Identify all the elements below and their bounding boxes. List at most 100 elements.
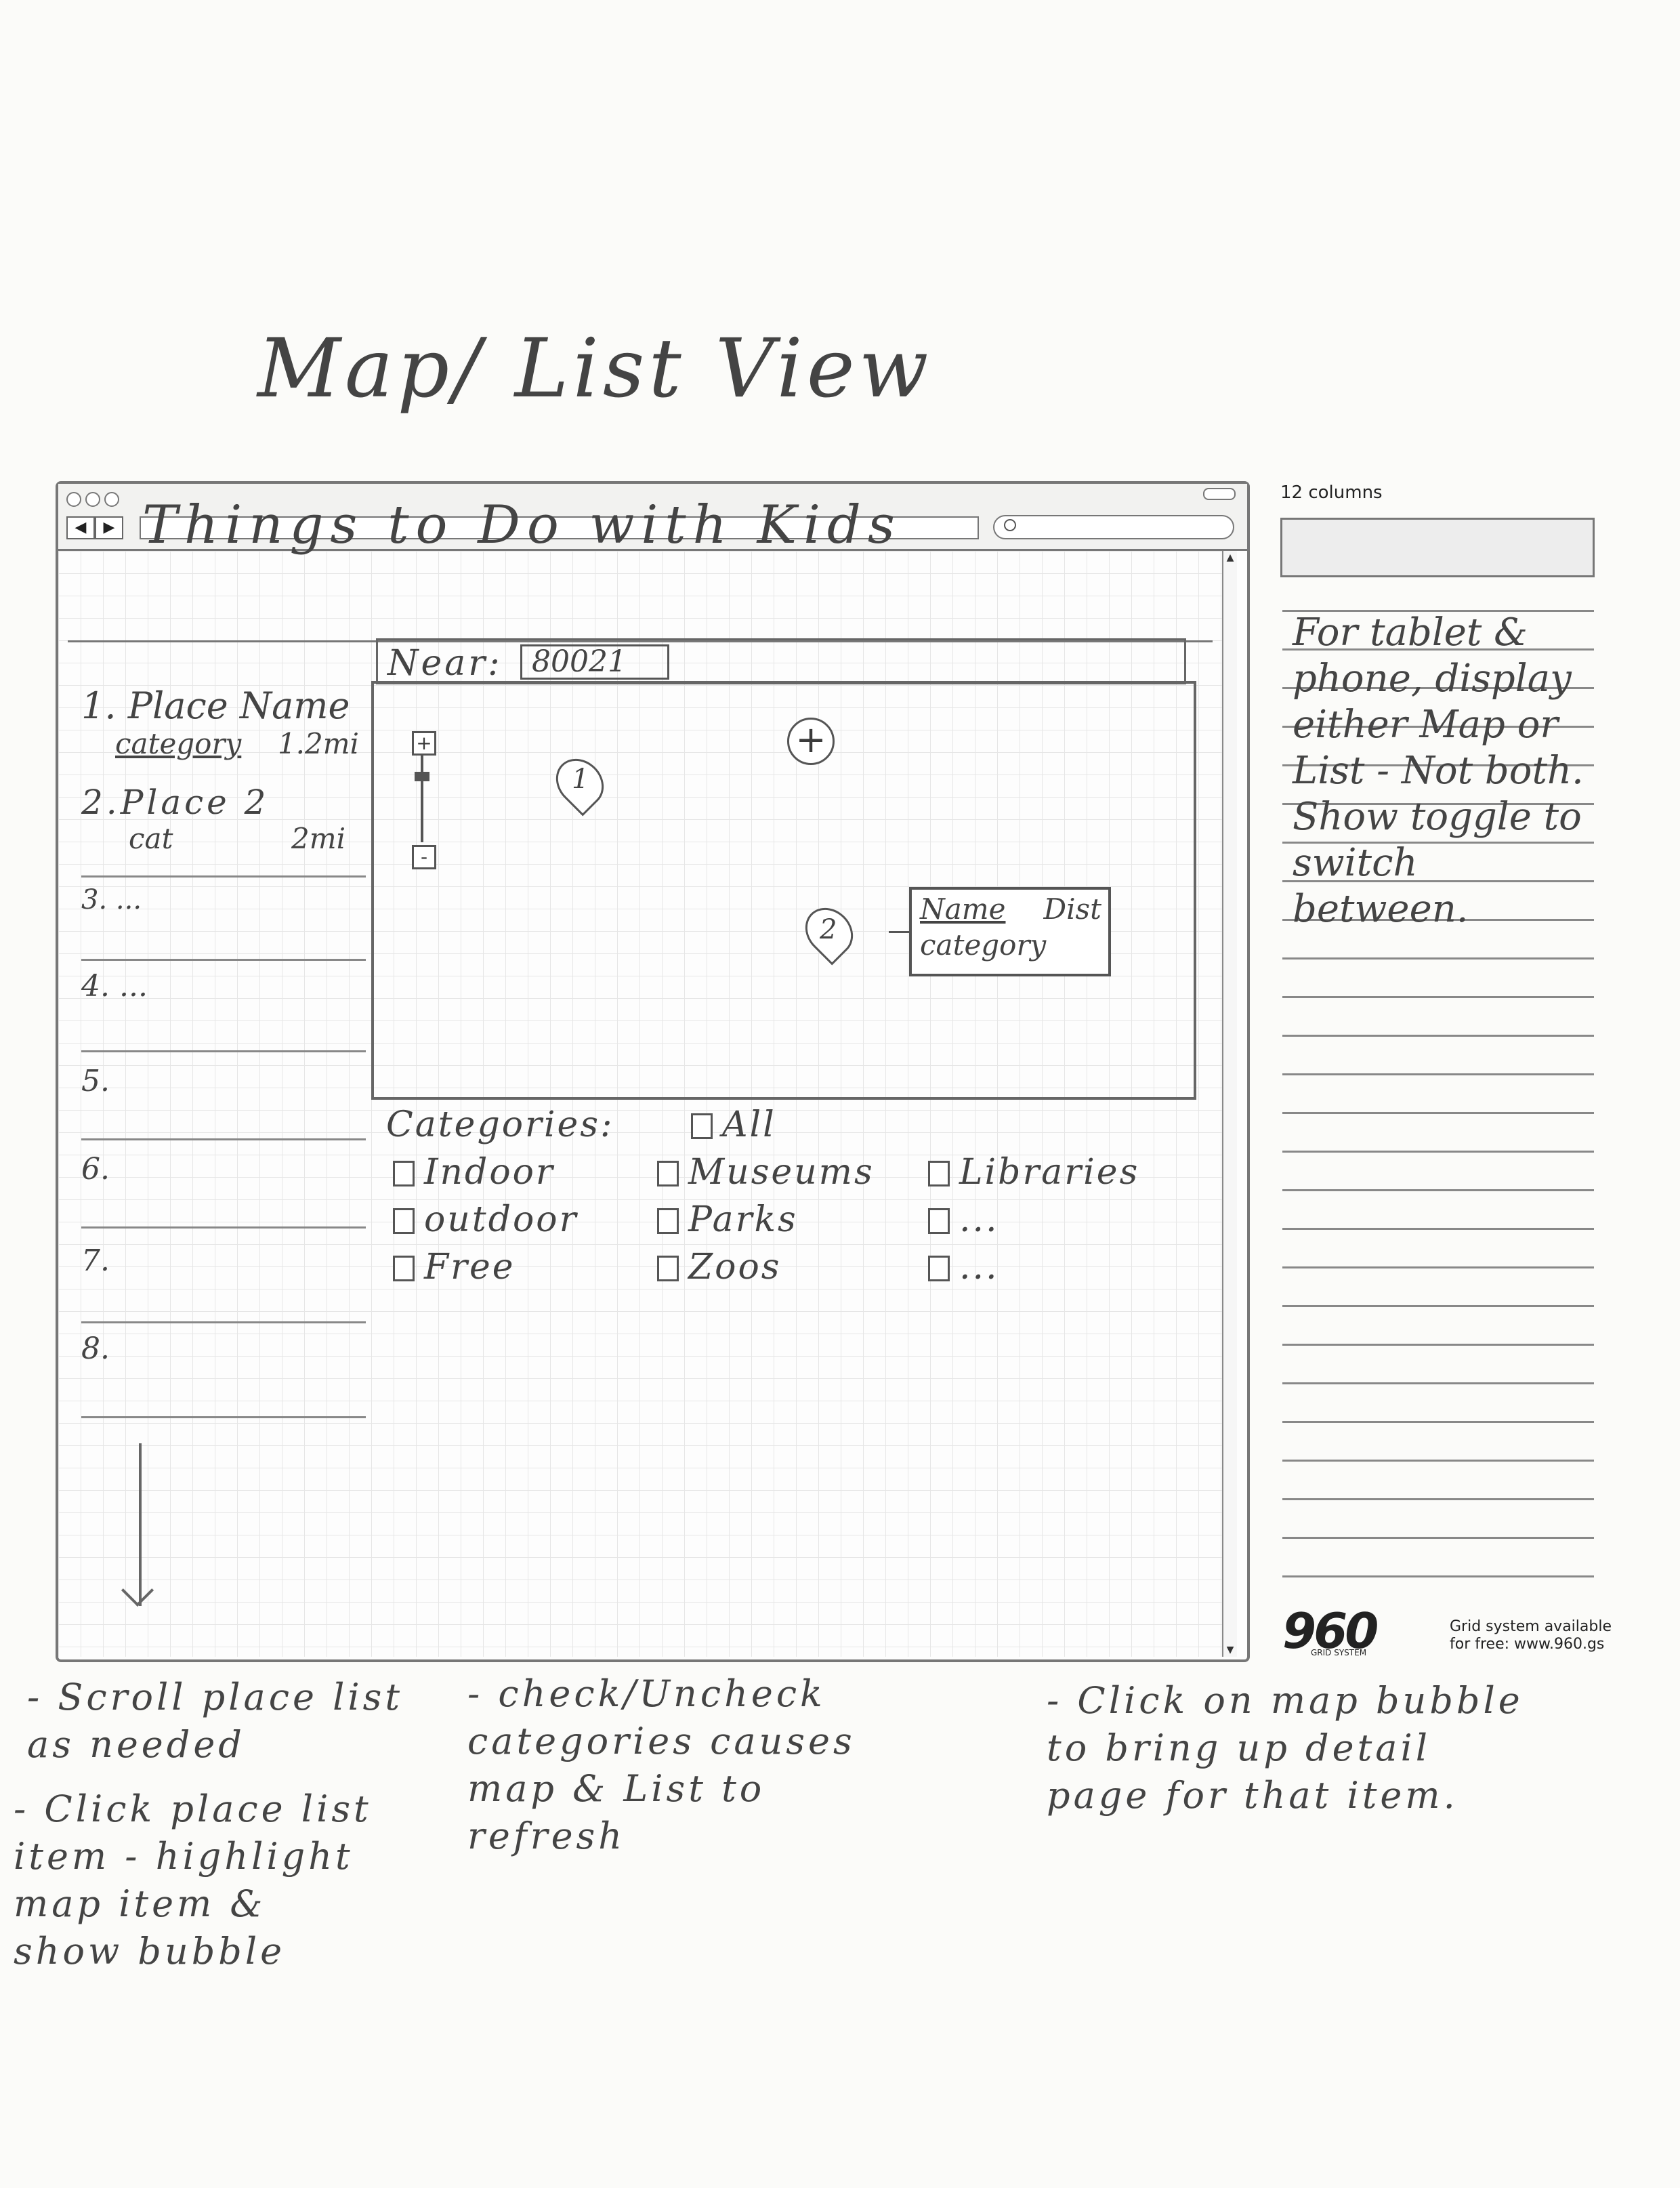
category-label: ... xyxy=(959,1199,999,1240)
place-distance: 1.2mi xyxy=(277,727,359,760)
place-number: 1. xyxy=(81,684,117,727)
vertical-scrollbar[interactable]: ▲ ▼ xyxy=(1222,551,1237,1657)
category-checkbox-museums[interactable]: Museums xyxy=(657,1152,875,1193)
list-item[interactable]: 2.Place 2 cat 2mi xyxy=(81,783,366,855)
checkbox-icon[interactable] xyxy=(691,1113,713,1139)
sketch-title: Map/ List View xyxy=(257,322,933,416)
near-location-bar: Near: 80021 xyxy=(376,638,1186,684)
page-heading: Things to Do with Kids xyxy=(142,495,902,556)
category-label: Indoor xyxy=(424,1152,555,1193)
list-divider xyxy=(81,875,366,878)
place-number: 7. xyxy=(81,1243,110,1278)
category-checkbox-libraries[interactable]: Libraries xyxy=(928,1152,1139,1193)
list-divider xyxy=(81,1138,366,1140)
place-number: 6. xyxy=(81,1152,110,1186)
list-divider xyxy=(81,1050,366,1052)
checkbox-icon[interactable] xyxy=(657,1161,679,1186)
category-filter: Categories: All Indoor Museums Libraries… xyxy=(386,1105,1199,1308)
list-item[interactable]: 8. xyxy=(81,1332,366,1366)
window-close-dot[interactable] xyxy=(66,492,81,507)
category-checkbox-more[interactable]: ... xyxy=(928,1199,999,1240)
map-pin-label: 1 xyxy=(572,764,589,795)
zoom-out-button[interactable]: - xyxy=(412,845,436,869)
list-item[interactable]: 6. xyxy=(81,1152,366,1186)
place-name: Place Name xyxy=(127,684,350,727)
grid-note-line: Grid system available xyxy=(1450,1618,1612,1635)
zoom-in-button[interactable]: + xyxy=(412,731,436,756)
logo-subtitle: GRID SYSTEM xyxy=(1311,1648,1367,1657)
checkbox-icon[interactable] xyxy=(393,1208,415,1234)
map-info-bubble[interactable]: Name Dist category xyxy=(909,887,1111,976)
annotation-click-item: - Click place list item - highlight map … xyxy=(14,1788,372,1973)
window-zoom-dot[interactable] xyxy=(104,492,119,507)
list-divider xyxy=(81,959,366,961)
bubble-name: Name xyxy=(920,892,1006,926)
list-divider xyxy=(81,1321,366,1323)
checkbox-icon[interactable] xyxy=(928,1161,950,1186)
category-label: outdoor xyxy=(424,1199,579,1240)
annotation-categories: - check/Uncheck categories causes map & … xyxy=(467,1672,856,1857)
columns-label: 12 columns xyxy=(1280,482,1383,503)
bubble-category: category xyxy=(920,928,1047,962)
place-number: 4. xyxy=(81,969,110,1004)
checkbox-icon[interactable] xyxy=(393,1256,415,1281)
toolbar-toggle-pill[interactable] xyxy=(1203,488,1236,500)
checkbox-icon[interactable] xyxy=(657,1256,679,1281)
near-label: Near: xyxy=(387,643,503,684)
list-item[interactable]: 7. xyxy=(81,1243,366,1278)
annotation-scroll: - Scroll place list as needed xyxy=(27,1676,404,1766)
category-label: All xyxy=(722,1105,776,1145)
list-divider xyxy=(81,1226,366,1229)
category-label: Free xyxy=(424,1247,516,1287)
place-category: cat xyxy=(129,822,173,855)
place-name: ... xyxy=(119,969,148,1004)
list-item[interactable]: 5. xyxy=(81,1064,366,1098)
place-number: 3. xyxy=(81,884,108,915)
category-label: Zoos xyxy=(688,1247,782,1287)
category-checkbox-free[interactable]: Free xyxy=(393,1247,515,1287)
category-label: Museums xyxy=(688,1152,875,1193)
checkbox-icon[interactable] xyxy=(657,1208,679,1234)
near-location-input[interactable]: 80021 xyxy=(520,644,669,680)
category-checkbox-outdoor[interactable]: outdoor xyxy=(393,1199,578,1240)
checkbox-icon[interactable] xyxy=(393,1161,415,1186)
scroll-down-arrow-icon[interactable]: ▼ xyxy=(1225,1645,1236,1655)
categories-label: Categories: xyxy=(386,1105,614,1145)
scroll-up-arrow-icon[interactable]: ▲ xyxy=(1225,552,1236,563)
category-checkbox-indoor[interactable]: Indoor xyxy=(393,1152,555,1193)
checkbox-icon[interactable] xyxy=(928,1256,950,1281)
window-minimize-dot[interactable] xyxy=(85,492,100,507)
list-item[interactable]: 1. Place Name category 1.2mi xyxy=(81,684,366,760)
place-name: ... xyxy=(115,884,142,915)
back-arrow-icon[interactable]: ◀ xyxy=(66,516,95,539)
map-zoom-control: + - xyxy=(412,731,439,869)
map-pin-label: 2 xyxy=(820,914,837,945)
category-checkbox-more[interactable]: ... xyxy=(928,1247,999,1287)
add-location-icon[interactable]: + xyxy=(787,718,835,765)
annotation-bubble: - Click on map bubble to bring up detail… xyxy=(1047,1679,1524,1817)
place-name: Place 2 xyxy=(120,783,270,822)
zoom-slider-handle[interactable] xyxy=(415,772,429,781)
category-checkbox-parks[interactable]: Parks xyxy=(657,1199,798,1240)
place-number: 2. xyxy=(81,783,121,822)
browser-search-field[interactable] xyxy=(993,515,1234,539)
grid-note-line: for free: www.960.gs xyxy=(1450,1636,1605,1653)
category-label: Libraries xyxy=(959,1152,1140,1193)
list-item[interactable]: 3. ... xyxy=(81,884,366,915)
responsive-note: For tablet & phone, display either Map o… xyxy=(1293,611,1584,931)
search-icon xyxy=(1004,519,1016,531)
list-item[interactable]: 4. ... xyxy=(81,969,366,1004)
bubble-distance: Dist xyxy=(1043,892,1101,926)
place-number: 5. xyxy=(81,1064,110,1098)
category-label: ... xyxy=(959,1247,999,1287)
category-checkbox-zoos[interactable]: Zoos xyxy=(657,1247,781,1287)
columns-box xyxy=(1280,518,1595,577)
bubble-connector xyxy=(889,931,909,933)
category-label: Parks xyxy=(688,1199,798,1240)
forward-arrow-icon[interactable]: ▶ xyxy=(95,516,123,539)
category-checkbox-all[interactable]: All xyxy=(691,1105,776,1145)
checkbox-icon[interactable] xyxy=(928,1208,950,1234)
zoom-slider-track[interactable] xyxy=(421,756,423,842)
map-panel[interactable]: + - 1 + 2 Name Dist category xyxy=(371,681,1196,1100)
place-number: 8. xyxy=(81,1332,110,1366)
